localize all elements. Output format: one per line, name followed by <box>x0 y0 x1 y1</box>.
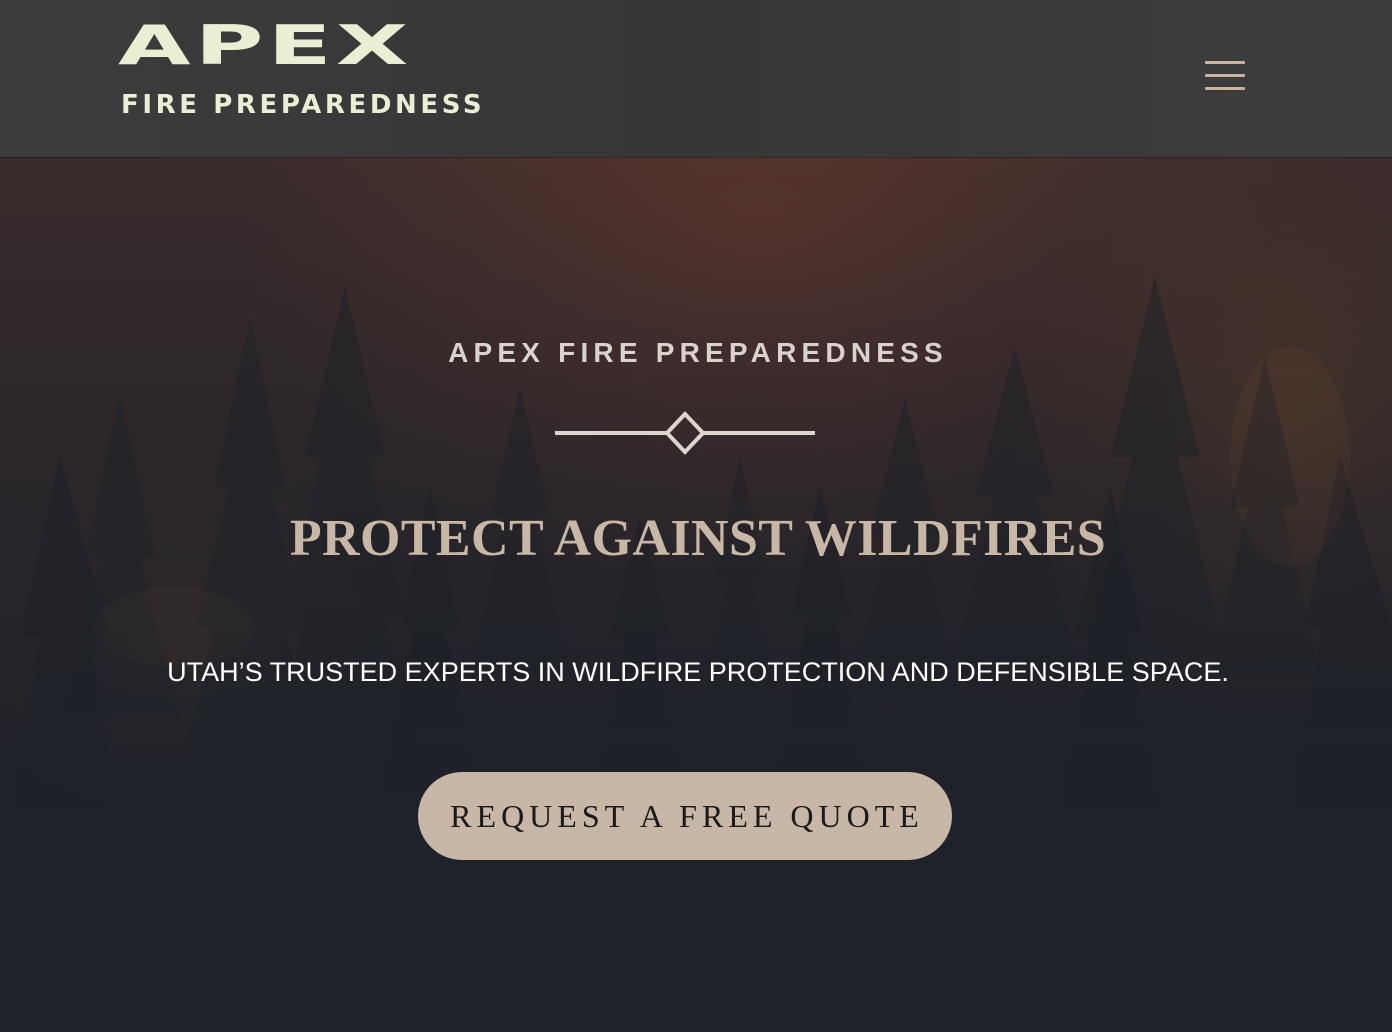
hero-title: APEX FIRE PREPAREDNESS <box>448 337 948 368</box>
hamburger-menu-icon <box>1205 61 1245 64</box>
apex-logo[interactable]: APEX FIRE PREPAREDNESS <box>118 19 500 125</box>
diamond-divider-icon <box>555 411 815 455</box>
hamburger-menu-icon-bar-2 <box>1205 74 1245 77</box>
site-header: APEX FIRE PREPAREDNESS <box>0 0 1392 157</box>
forest-fire-background <box>0 157 1392 1032</box>
hamburger-menu-icon-bar-3 <box>1205 87 1245 90</box>
hamburger-menu-button[interactable] <box>1198 52 1252 98</box>
hero-headline: PROTECT AGAINST WILDFIRES <box>289 510 1107 567</box>
logo-subtitle: FIRE PREPAREDNESS <box>121 90 486 120</box>
request-free-quote-button[interactable]: REQUEST A FREE QUOTE <box>418 772 952 860</box>
logo-wordmark: APEX <box>118 14 413 78</box>
hero-section: APEX FIRE PREPAREDNESS PROTECT AGAINST W… <box>0 157 1392 1032</box>
hero-tagline: UTAH’S TRUSTED EXPERTS IN WILDFIRE PROTE… <box>167 657 1229 687</box>
